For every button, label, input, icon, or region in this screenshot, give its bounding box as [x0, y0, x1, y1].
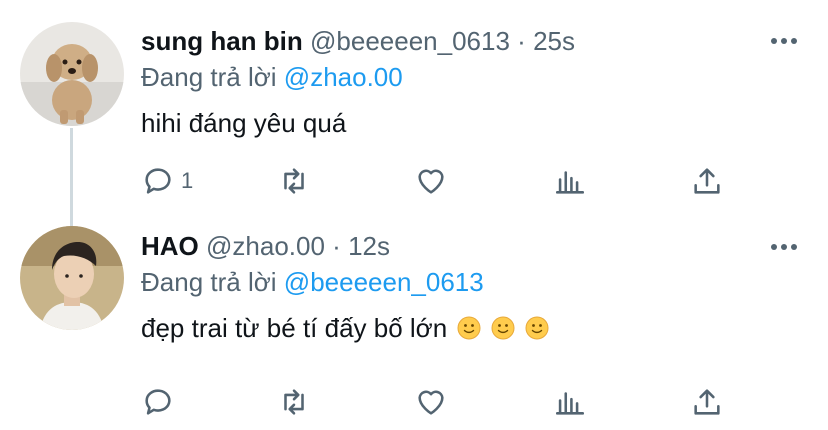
- retweet-button[interactable]: [277, 161, 311, 201]
- reply-icon: [145, 389, 171, 415]
- analytics-button[interactable]: [553, 382, 587, 422]
- tweet-body: HAO @zhao.00 · 12s Đang trả lời @beeeeen…: [141, 229, 808, 345]
- tweet-body: sung han bin @beeeeen_0613 · 25s Đang tr…: [141, 24, 808, 140]
- tweet-text: hihi đáng yêu quá: [141, 108, 347, 138]
- tweet-reply[interactable]: sung han bin @beeeeen_0613 · 25s Đang tr…: [0, 0, 828, 215]
- tweet-text-line: đẹp trai từ bé tí đấy bố lớn: [141, 311, 808, 345]
- share-button[interactable]: [690, 161, 724, 201]
- avatar-person[interactable]: [20, 226, 124, 330]
- share-icon: [694, 168, 720, 194]
- analytics-icon: [555, 392, 585, 415]
- separator-dot: ·: [517, 26, 526, 56]
- replying-to-mention[interactable]: @beeeeen_0613: [284, 267, 484, 297]
- heart-icon: [418, 390, 444, 415]
- reply-count: 1: [181, 168, 194, 193]
- slightly-smiling-face-icon: [457, 316, 481, 340]
- more-options-icon[interactable]: [770, 243, 798, 251]
- tweet-reply[interactable]: HAO @zhao.00 · 12s Đang trả lời @beeeeen…: [0, 215, 828, 430]
- tweet-actions: 1: [141, 161, 741, 201]
- analytics-button[interactable]: [553, 161, 587, 201]
- slightly-smiling-face-icon: [491, 316, 515, 340]
- tweet-text: đẹp trai từ bé tí đấy bố lớn: [141, 313, 448, 343]
- retweet-button[interactable]: [277, 382, 311, 422]
- retweet-icon: [284, 389, 304, 415]
- tweet-header: sung han bin @beeeeen_0613 · 25s: [141, 24, 808, 58]
- separator-dot: ·: [332, 231, 341, 261]
- replying-to-mention[interactable]: @zhao.00: [284, 62, 403, 92]
- share-icon: [694, 389, 720, 415]
- analytics-icon: [555, 171, 585, 194]
- replying-prefix: Đang trả lời: [141, 62, 277, 92]
- reply-icon: [145, 168, 171, 194]
- tweet-header: HAO @zhao.00 · 12s: [141, 229, 808, 263]
- share-button[interactable]: [690, 382, 724, 422]
- display-name[interactable]: sung han bin: [141, 26, 303, 56]
- more-options-icon[interactable]: [770, 37, 798, 45]
- heart-icon: [418, 169, 444, 194]
- like-button[interactable]: [414, 382, 448, 422]
- replying-prefix: Đang trả lời: [141, 267, 277, 297]
- user-handle[interactable]: @zhao.00: [206, 231, 325, 261]
- avatar-dog[interactable]: [20, 22, 124, 126]
- replying-to-line: Đang trả lời @beeeeen_0613: [141, 265, 808, 299]
- replying-to-line: Đang trả lời @zhao.00: [141, 60, 808, 94]
- display-name[interactable]: HAO: [141, 231, 199, 261]
- user-handle[interactable]: @beeeeen_0613: [310, 26, 510, 56]
- reply-button[interactable]: [141, 382, 175, 422]
- timestamp[interactable]: 25s: [533, 26, 575, 56]
- retweet-icon: [284, 168, 304, 194]
- tweet-actions: [141, 382, 741, 422]
- like-button[interactable]: [414, 161, 448, 201]
- slightly-smiling-face-icon: [525, 316, 549, 340]
- timestamp[interactable]: 12s: [348, 231, 390, 261]
- reply-button[interactable]: 1: [141, 161, 193, 201]
